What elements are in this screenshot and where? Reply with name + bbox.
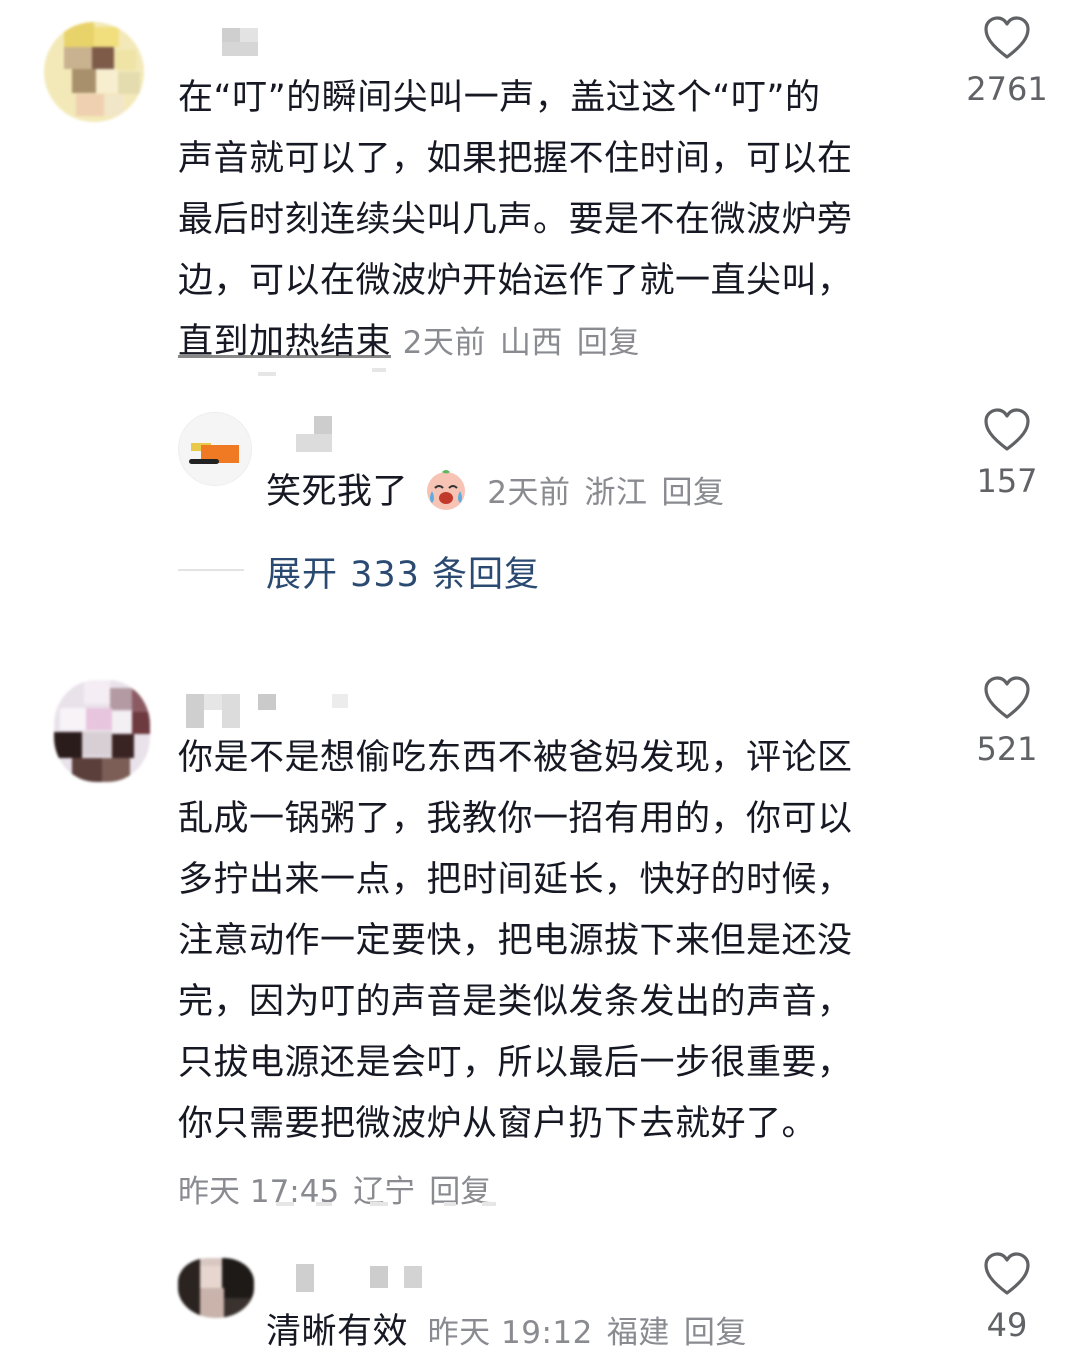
like-count: 2761 [966, 70, 1048, 108]
comment-line: 注意动作一定要快，把电源拔下来但是还没 [178, 921, 853, 961]
reply-text: 清晰有效 [266, 1312, 409, 1352]
username[interactable] [296, 416, 336, 452]
comment-line: 只拔电源还是会叮，所以最后一步很重要， [178, 1043, 853, 1083]
like-button[interactable]: 521 [952, 676, 1062, 768]
reply-button[interactable]: 回复 [577, 325, 640, 361]
comment-line: 直到加热结束 [178, 322, 392, 362]
reply-text-row: 清晰有效 昨天 19:12 福建 回复 [266, 1302, 761, 1364]
reply-button[interactable]: 回复 [662, 475, 725, 511]
reply-text-row: 笑死我了 2天前 浙江 回复 [266, 462, 739, 524]
divider [258, 372, 276, 376]
comment-location: 山西 [499, 325, 563, 361]
username[interactable] [296, 1264, 436, 1292]
reply-text: 笑死我了 [266, 472, 409, 512]
username[interactable] [222, 28, 262, 56]
comment-text: 你是不是想偷吃东西不被爸妈发现，评论区 乱成一锅粥了，我教你一招有用的，你可以 … [178, 728, 948, 1155]
username[interactable] [186, 690, 366, 728]
comment-item: 你是不是想偷吃东西不被爸妈发现，评论区 乱成一锅粥了，我教你一招有用的，你可以 … [0, 660, 1080, 1220]
comment-line: 在“叮”的瞬间尖叫一声，盖过这个“叮”的 [178, 78, 821, 118]
comment-line: 乱成一锅粥了，我教你一招有用的，你可以 [178, 799, 853, 839]
reply-meta: 2天前 浙江 回复 [487, 475, 738, 511]
reply-item: 清晰有效 昨天 19:12 福建 回复 49 [0, 1250, 1080, 1367]
like-count: 157 [976, 462, 1038, 500]
like-count: 521 [976, 730, 1038, 768]
comment-line: 你只需要把微波炉从窗户扔下去就好了。 [178, 1104, 818, 1144]
comment-line: 你是不是想偷吃东西不被爸妈发现，评论区 [178, 738, 853, 778]
comment-line: 声音就可以了，如果把握不住时间，可以在 [178, 139, 853, 179]
divider [370, 1202, 388, 1206]
divider [372, 368, 386, 372]
comment-line: 多拧出来一点，把时间延长，快好的时候， [178, 860, 853, 900]
comment-line: 边，可以在微波炉开始运作了就一直尖叫， [178, 261, 853, 301]
reply-button[interactable]: 回复 [684, 1315, 747, 1351]
like-button[interactable]: 49 [952, 1252, 1062, 1344]
reply-location: 浙江 [584, 475, 648, 511]
heart-outline-icon [984, 16, 1030, 59]
divider [444, 1202, 456, 1206]
reply-location: 福建 [606, 1315, 670, 1351]
avatar[interactable] [178, 412, 252, 486]
reply-meta: 昨天 19:12 福建 回复 [428, 1315, 761, 1351]
divider [482, 1202, 496, 1206]
avatar[interactable] [44, 22, 144, 122]
divider [316, 1202, 332, 1206]
heart-outline-icon [984, 676, 1030, 719]
reply-time: 昨天 19:12 [427, 1315, 593, 1351]
reply-item: 笑死我了 2天前 浙江 回复 157 [0, 400, 1080, 520]
comment-meta: 2天前 山西 回复 [403, 325, 654, 361]
comment-text: 在“叮”的瞬间尖叫一声，盖过这个“叮”的 声音就可以了，如果把握不住时间，可以在… [178, 68, 948, 374]
crying-laughing-face-emoji [426, 470, 465, 510]
avatar[interactable] [178, 1258, 254, 1318]
reply-time: 2天前 [487, 475, 571, 511]
like-button[interactable]: 157 [952, 408, 1062, 500]
expand-replies-link[interactable]: 展开 333 条回复 [266, 546, 540, 597]
heart-outline-icon [984, 1252, 1030, 1295]
avatar[interactable] [54, 680, 150, 782]
comment-meta: 昨天 17:45 辽宁 回复 [178, 1166, 505, 1211]
expand-divider [178, 569, 244, 571]
comment-line: 最后时刻连续尖叫几声。要是不在微波炉旁 [178, 200, 853, 240]
like-count: 49 [986, 1306, 1028, 1344]
heart-outline-icon [984, 408, 1030, 451]
comment-line: 完，因为叮的声音是类似发条发出的声音， [178, 982, 853, 1022]
comment-last-line: 直到加热结束 2天前 山西 回复 [178, 312, 948, 374]
divider [276, 1202, 294, 1206]
comment-item: 在“叮”的瞬间尖叫一声，盖过这个“叮”的 声音就可以了，如果把握不住时间，可以在… [0, 0, 1080, 380]
like-button[interactable]: 2761 [952, 16, 1062, 108]
comment-time: 2天前 [402, 325, 486, 361]
